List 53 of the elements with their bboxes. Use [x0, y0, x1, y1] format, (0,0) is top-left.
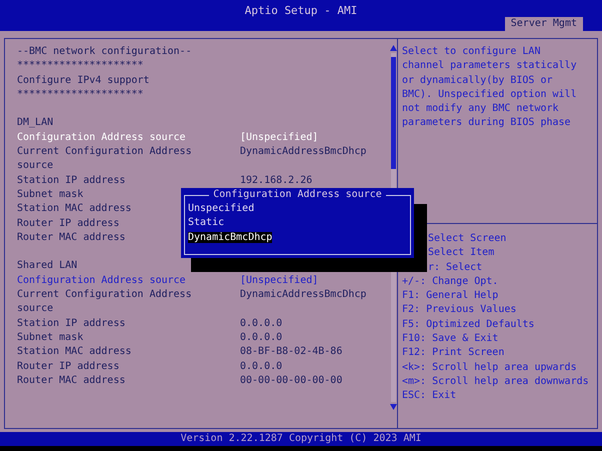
- key-hint: ESC: Exit: [402, 390, 456, 402]
- help-text: Select to configure LAN channel parameters statically or dynamically(by BIOS or BMC). Unspecified option will not modify any BMC network parameters during BIOS phase: [402, 45, 578, 130]
- field-label: Station IP address: [17, 174, 126, 188]
- section-text: Configure IPv4 support: [17, 74, 150, 88]
- field-value: 08-BF-B8-02-4B-86: [240, 345, 342, 360]
- section-text: *********************: [17, 59, 144, 74]
- field-label: Router IP address: [17, 216, 120, 231]
- key-hint: F2: Previous Values: [402, 304, 516, 316]
- key-hint: F10: Save & Exit: [402, 333, 498, 344]
- field-value: 0.0.0.0: [240, 360, 282, 374]
- popup-option[interactable]: DynamicBmcDhcp: [188, 232, 272, 243]
- key-hint: Select Item: [428, 247, 494, 258]
- setting-label[interactable]: Configuration Address source: [17, 274, 186, 288]
- field-value: 0.0.0.0: [240, 316, 282, 331]
- version-text: Version 2.22.1287 Copyright (C) 2023 AMI: [180, 432, 422, 446]
- key-hint: Select Screen: [428, 233, 506, 244]
- key-hint: <m>: Scroll help area downwards: [402, 376, 589, 387]
- popup-title: Configuration Address source: [212, 188, 383, 202]
- field-label: Station MAC address: [17, 202, 132, 216]
- field-label: Subnet mask: [17, 188, 84, 202]
- setting-value[interactable]: [Unspecified]: [240, 130, 318, 146]
- field-value: DynamicAddressBmcDhcp: [240, 288, 366, 302]
- field-value: DynamicAddressBmcDhcp: [240, 145, 366, 160]
- scroll-up-icon[interactable]: [390, 45, 396, 51]
- section-text: --BMC network configuration--: [17, 45, 192, 59]
- field-label: Router MAC address: [17, 374, 126, 388]
- scroll-down-icon[interactable]: [390, 404, 396, 410]
- window-title: Aptio Setup - AMI: [244, 4, 358, 17]
- tab[interactable]: Server Mgmt: [504, 17, 583, 31]
- popup-option[interactable]: Unspecified: [188, 203, 254, 214]
- scrollbar-thumb[interactable]: [390, 57, 396, 169]
- field-label: Router IP address: [17, 360, 120, 374]
- key-hint: +/-: Change Opt.: [402, 276, 498, 287]
- key-hint: F1: General Help: [402, 290, 498, 302]
- key-hint: F5: Optimized Defaults: [402, 318, 534, 330]
- field-label: Current Configuration Address source: [17, 288, 193, 316]
- field-label: Current Configuration Address source: [17, 145, 193, 174]
- field-label: Station IP address: [17, 316, 126, 331]
- key-hint: F12: Print Screen: [402, 347, 504, 358]
- section-text: *********************: [17, 88, 144, 102]
- field-value: 0.0.0.0: [240, 330, 282, 345]
- section-text: Shared LAN: [17, 259, 78, 274]
- field-value: 192.168.2.26: [240, 174, 312, 188]
- section-text: DM_LAN: [17, 116, 54, 130]
- setting-value[interactable]: [Unspecified]: [240, 274, 318, 288]
- key-hint: r: Select: [428, 262, 482, 273]
- popup-option[interactable]: Static: [188, 217, 224, 228]
- field-value: 00-00-00-00-00-00: [240, 374, 342, 388]
- key-hint: <k>: Scroll help area upwards: [402, 362, 577, 373]
- field-label: Station MAC address: [17, 345, 132, 360]
- field-label: Router MAC address: [17, 230, 126, 245]
- setting-label[interactable]: Configuration Address source: [17, 130, 186, 146]
- field-label: Subnet mask: [17, 330, 84, 345]
